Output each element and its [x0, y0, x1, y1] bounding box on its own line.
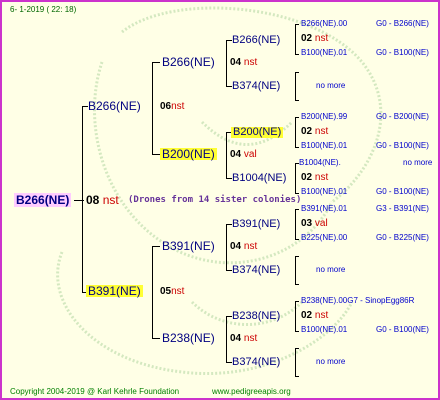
connector: [295, 331, 299, 332]
drone-note: (Drones from 14 sister colonies): [128, 195, 302, 205]
no-more-8: no more: [316, 357, 346, 366]
connector: [152, 338, 160, 339]
connector: [152, 62, 153, 154]
grandparent-3[interactable]: B391(NE): [162, 240, 215, 252]
g5-top-ref: G3 - B391(NE): [376, 204, 429, 213]
connector: [295, 301, 296, 331]
connector: [226, 316, 227, 362]
g7-bottom[interactable]: B100(NE).01: [301, 326, 347, 334]
gp4-generation: 04 nst: [230, 333, 258, 344]
g4-generation: 02 nst: [301, 172, 329, 183]
connector: [295, 100, 299, 101]
connector: [295, 376, 299, 377]
connector: [82, 106, 83, 292]
connector: [152, 62, 160, 63]
ggp-5[interactable]: B391(NE): [232, 219, 280, 230]
gp3-generation: 04 nst: [230, 241, 258, 252]
connector: [295, 147, 299, 148]
header-date: 6- 1-2019 ( 22: 18): [10, 5, 77, 14]
g1-bottom[interactable]: B100(NE).01: [301, 49, 347, 57]
connector: [295, 209, 299, 210]
ggp-1[interactable]: B266(NE): [232, 35, 280, 46]
ggp-6[interactable]: B374(NE): [232, 265, 280, 276]
connector: [226, 40, 227, 86]
g1-top[interactable]: B266(NE).00: [301, 20, 347, 28]
connector: [295, 193, 299, 194]
dam-queen[interactable]: B391(NE): [86, 285, 143, 297]
gp2-generation: 04 val: [230, 149, 257, 160]
connector: [295, 284, 299, 285]
connector: [295, 24, 296, 54]
g7-generation: 02 nst: [301, 310, 329, 321]
g5-generation: 03 val: [301, 218, 328, 229]
grandparent-2[interactable]: B200(NE): [160, 148, 217, 160]
ggp-2[interactable]: B374(NE): [232, 81, 280, 92]
g4-top[interactable]: B1004(NE).: [299, 159, 341, 167]
root-generation: 08 nst: [86, 193, 119, 207]
ggp-4[interactable]: B1004(NE): [232, 173, 286, 184]
no-more-6: no more: [316, 265, 346, 274]
g4-top-ref: no more: [403, 158, 433, 167]
connector: [152, 246, 153, 338]
g7-bottom-ref: G0 - B100(NE): [376, 325, 429, 334]
connector: [295, 163, 296, 193]
pedigree-frame: 6- 1-2019 ( 22: 18) B266(NE) 08 nst (Dro…: [0, 0, 440, 400]
g3-generation: 02 nst: [301, 126, 329, 137]
g1-bottom-ref: G0 - B100(NE): [376, 48, 429, 57]
sire-queen[interactable]: B266(NE): [88, 100, 141, 112]
g4-bottom-ref: G0 - B100(NE): [376, 187, 429, 196]
connector: [226, 132, 227, 178]
copyright: Copyright 2004-2019 @ Karl Kehrle Founda…: [10, 387, 180, 396]
g5-bottom[interactable]: B225(NE).00: [301, 234, 347, 242]
dam-generation: 05nst: [160, 286, 185, 297]
connector: [295, 24, 299, 25]
grandparent-4[interactable]: B238(NE): [162, 332, 215, 344]
g3-bottom-ref: G0 - B100(NE): [376, 141, 429, 150]
connector: [295, 209, 296, 239]
ggp-3[interactable]: B200(NE): [231, 127, 284, 138]
g7-top[interactable]: B238(NE).00G7 - SinopEgg86R: [301, 297, 414, 305]
connector: [152, 246, 160, 247]
g3-top[interactable]: B200(NE).99: [301, 113, 347, 121]
g5-bottom-ref: G0 - B225(NE): [376, 233, 429, 242]
connector: [295, 117, 296, 147]
g3-top-ref: G0 - B200(NE): [376, 112, 429, 121]
g1-generation: 02 nst: [301, 33, 329, 44]
root-queen[interactable]: B266(NE): [14, 193, 72, 207]
connector: [295, 72, 296, 100]
connector: [295, 348, 299, 349]
sire-generation: 06nst: [160, 101, 185, 112]
connector: [152, 154, 160, 155]
ggp-7[interactable]: B238(NE): [232, 311, 280, 322]
connector: [295, 256, 296, 284]
connector: [295, 117, 299, 118]
grandparent-1[interactable]: B266(NE): [162, 56, 215, 68]
connector: [295, 239, 299, 240]
g1-top-ref: G0 - B266(NE): [376, 19, 429, 28]
ggp-8[interactable]: B374(NE): [232, 357, 280, 368]
connector: [295, 256, 299, 257]
gp1-generation: 04 nst: [230, 57, 258, 68]
g4-bottom[interactable]: B100(NE).01: [301, 188, 347, 196]
connector: [295, 348, 296, 376]
g3-bottom[interactable]: B100(NE).01: [301, 142, 347, 150]
site-link[interactable]: www.pedigreeapis.org: [212, 388, 291, 396]
connector: [226, 224, 227, 270]
no-more-2: no more: [316, 81, 346, 90]
connector: [295, 72, 299, 73]
g5-top[interactable]: B391(NE).01: [301, 205, 347, 213]
connector: [295, 301, 299, 302]
connector: [295, 54, 299, 55]
